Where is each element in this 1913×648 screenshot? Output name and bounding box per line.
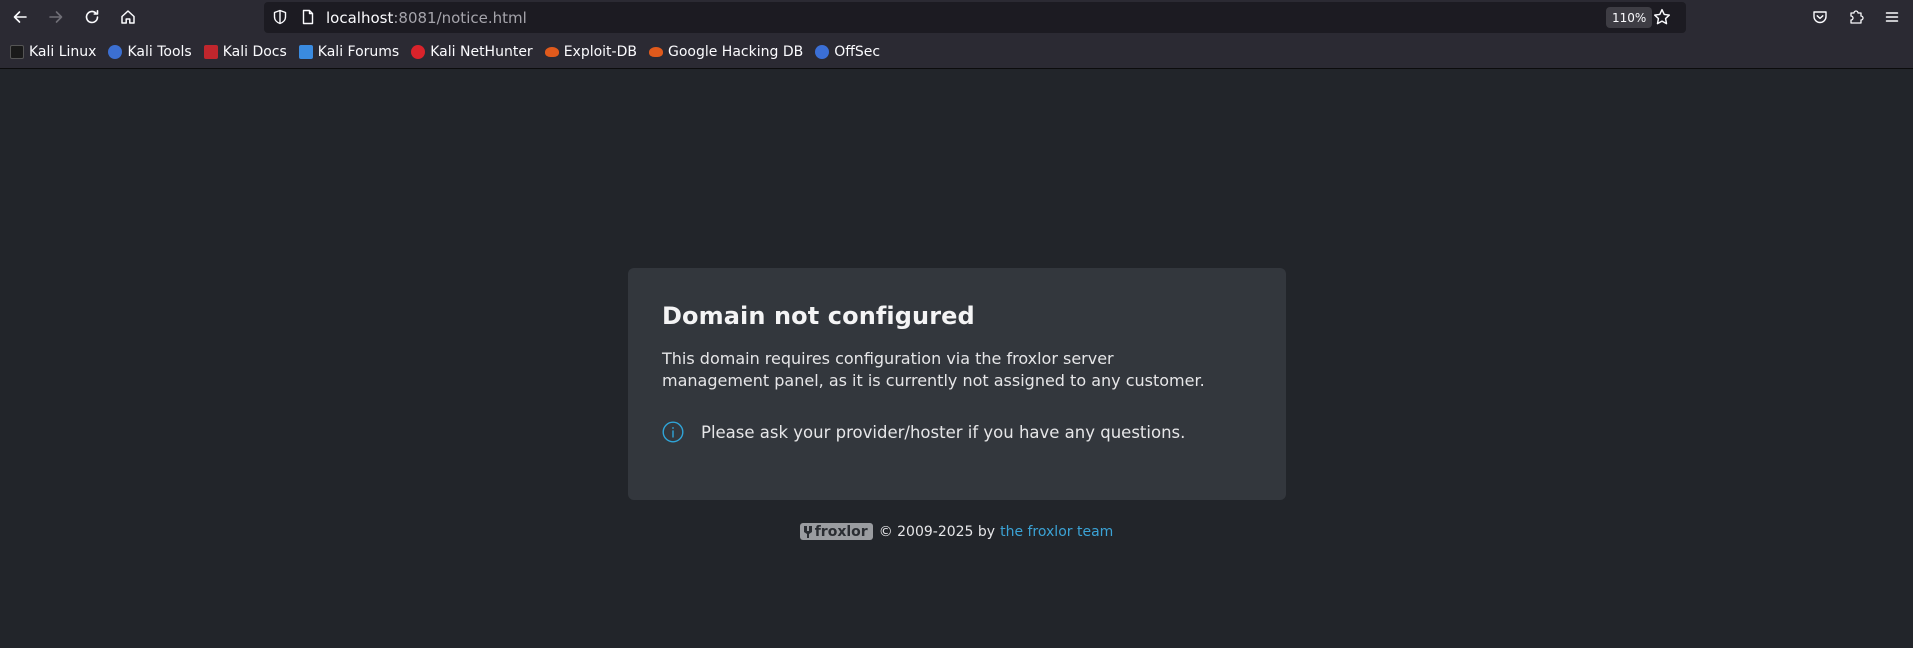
bookmark-google-hacking-db[interactable]: Google Hacking DB — [647, 40, 807, 64]
extensions-button[interactable] — [1840, 2, 1872, 32]
page-icon[interactable] — [300, 9, 316, 25]
bookmark-label: Kali Linux — [29, 43, 97, 60]
hamburger-menu-icon — [1885, 12, 1899, 22]
kali-tools-icon — [108, 44, 123, 59]
forward-button[interactable] — [40, 2, 72, 32]
url-host: localhost — [326, 9, 394, 27]
bookmark-label: Kali NetHunter — [430, 43, 533, 60]
reload-button[interactable] — [76, 2, 108, 32]
bookmark-label: Kali Tools — [127, 43, 192, 60]
puzzle-icon — [1850, 10, 1864, 24]
info-icon — [662, 421, 684, 443]
page-content: Domain not configured This domain requir… — [0, 69, 1913, 648]
bookmark-kali-docs[interactable]: Kali Docs — [202, 40, 291, 64]
pocket-button[interactable] — [1804, 2, 1836, 32]
bookmark-label: OffSec — [834, 43, 881, 60]
bookmark-kali-nethunter[interactable]: Kali NetHunter — [409, 40, 536, 64]
url-text[interactable]: localhost:8081/notice.html — [326, 9, 527, 27]
navigation-toolbar: localhost:8081/notice.html 110% — [0, 0, 1913, 34]
ghdb-icon — [648, 46, 663, 57]
pocket-icon — [1813, 11, 1827, 24]
froxlor-mark-icon — [803, 526, 812, 538]
back-arrow-icon — [13, 11, 27, 23]
bookmark-kali-tools[interactable]: Kali Tools — [106, 40, 195, 64]
exploit-db-icon — [544, 46, 559, 57]
notice-title: Domain not configured — [662, 302, 975, 330]
bookmark-label: Kali Docs — [222, 43, 287, 60]
bookmark-exploit-db[interactable]: Exploit-DB — [543, 40, 641, 64]
browser-chrome: localhost:8081/notice.html 110% Kali Lin… — [0, 0, 1913, 69]
page-footer: froxlor © 2009-2025 by the froxlor team — [0, 523, 1913, 540]
back-button[interactable] — [4, 2, 36, 32]
bookmarks-toolbar: Kali Linux Kali Tools Kali Docs Kali For… — [0, 34, 1913, 69]
kali-linux-icon — [10, 44, 24, 59]
froxlor-logo: froxlor — [799, 523, 873, 540]
zoom-level-badge[interactable]: 110% — [1606, 7, 1653, 28]
notice-info: Please ask your provider/hoster if you h… — [662, 421, 1252, 443]
notice-body: This domain requires configuration via t… — [662, 349, 1205, 390]
home-icon — [121, 10, 135, 24]
bookmark-kali-forums[interactable]: Kali Forums — [297, 40, 403, 64]
froxlor-logo-text: froxlor — [814, 523, 868, 540]
footer-copyright: © 2009-2025 by — [878, 523, 996, 540]
url-path: :8081/notice.html — [393, 9, 527, 27]
notice-card: Domain not configured This domain requir… — [628, 268, 1286, 500]
reload-icon — [85, 10, 99, 24]
address-bar[interactable]: localhost:8081/notice.html 110% — [264, 2, 1686, 33]
kali-nethunter-icon — [411, 44, 426, 59]
bookmark-star-icon[interactable] — [1653, 8, 1671, 26]
bookmark-label: Google Hacking DB — [667, 43, 804, 60]
bookmark-offsec[interactable]: OffSec — [813, 40, 884, 64]
bookmark-kali-linux[interactable]: Kali Linux — [8, 40, 100, 64]
shield-icon[interactable] — [272, 9, 288, 25]
offsec-icon — [815, 44, 830, 59]
menu-button[interactable] — [1876, 2, 1908, 32]
home-button[interactable] — [112, 2, 144, 32]
kali-forums-icon — [298, 44, 313, 59]
forward-arrow-icon — [49, 11, 63, 23]
notice-info-text: Please ask your provider/hoster if you h… — [701, 422, 1186, 442]
bookmark-label: Kali Forums — [317, 43, 400, 60]
kali-docs-icon — [203, 44, 218, 59]
froxlor-team-link[interactable]: the froxlor team — [1000, 524, 1113, 540]
bookmark-label: Exploit-DB — [563, 43, 637, 60]
